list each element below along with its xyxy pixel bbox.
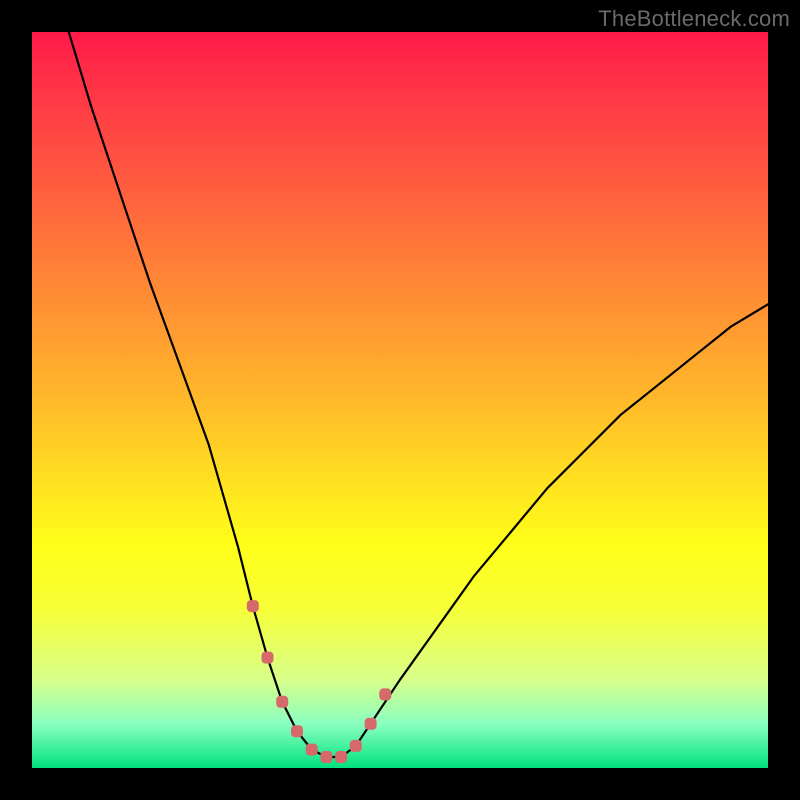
plot-area [32, 32, 768, 768]
chart-svg [32, 32, 768, 768]
marker-dot [350, 740, 362, 752]
optimal-range-markers [247, 600, 391, 763]
watermark-text: TheBottleneck.com [598, 6, 790, 32]
bottleneck-curve [69, 32, 768, 757]
marker-dot [306, 744, 318, 756]
marker-dot [335, 751, 347, 763]
marker-dot [291, 725, 303, 737]
marker-dot [276, 696, 288, 708]
marker-dot [379, 688, 391, 700]
marker-dot [365, 718, 377, 730]
marker-dot [320, 751, 332, 763]
chart-frame: TheBottleneck.com [0, 0, 800, 800]
marker-dot [262, 652, 274, 664]
marker-dot [247, 600, 259, 612]
